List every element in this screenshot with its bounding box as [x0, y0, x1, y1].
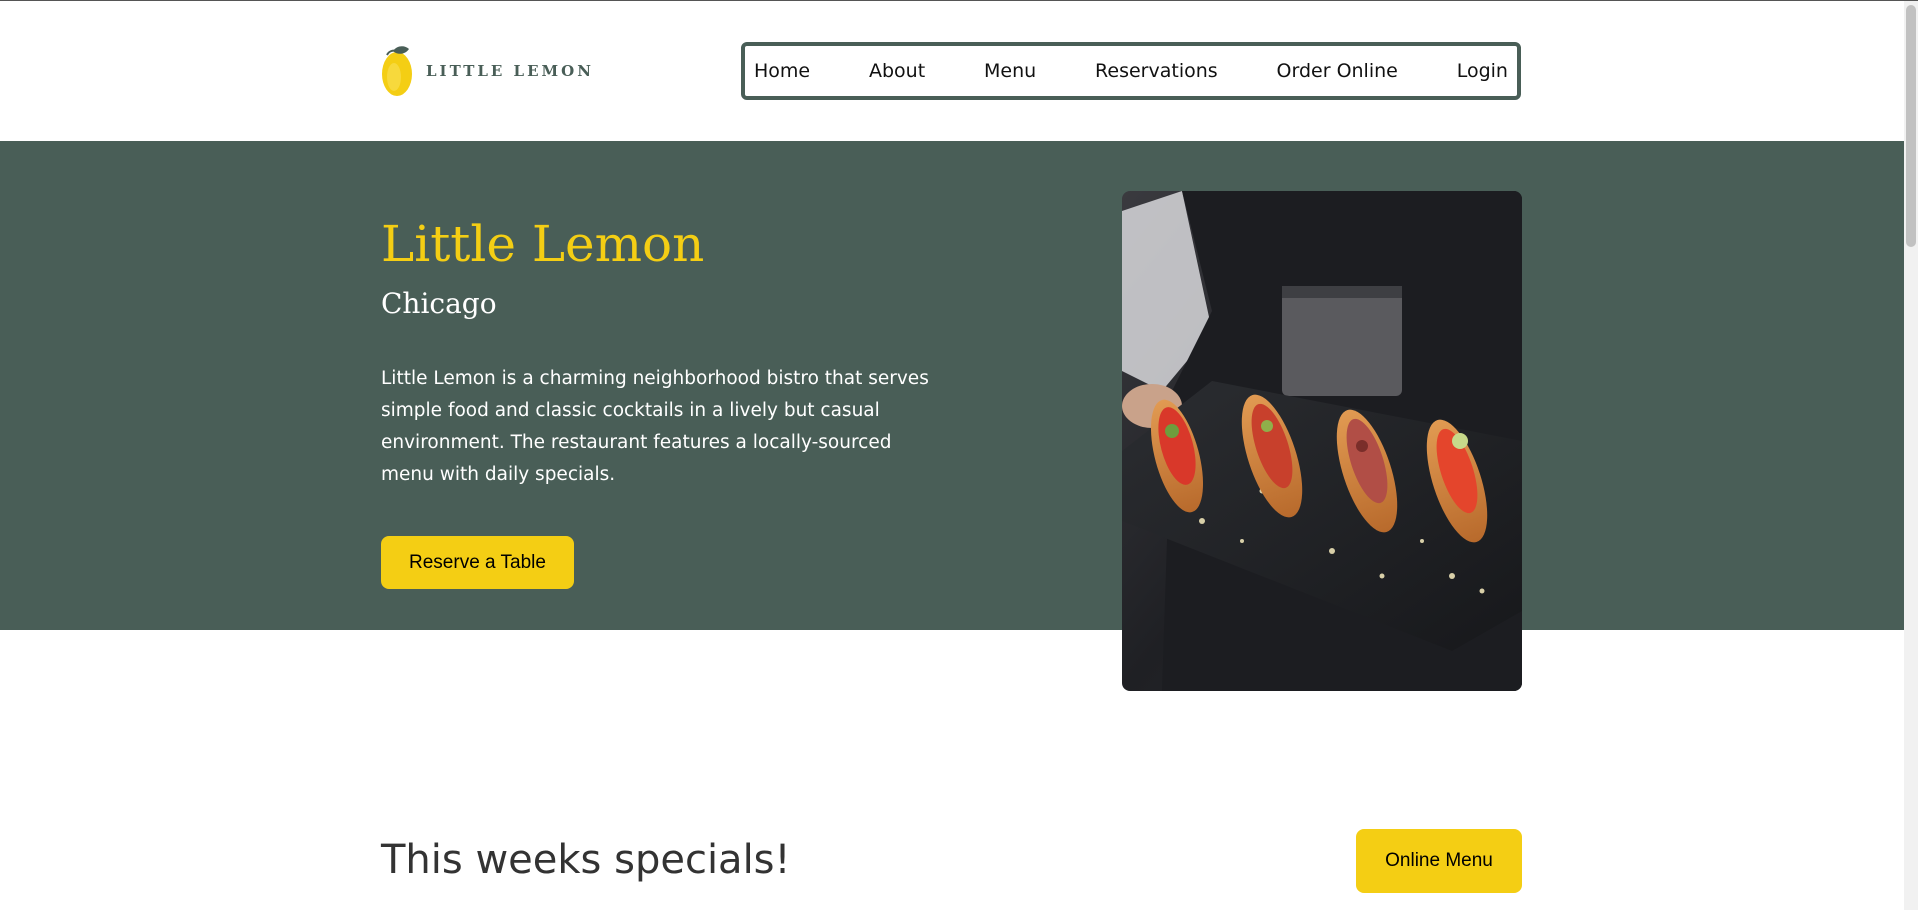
nav-item-home[interactable]: Home	[754, 60, 810, 82]
logo-text: LITTLE LEMON	[426, 62, 594, 80]
online-menu-button[interactable]: Online Menu	[1356, 829, 1522, 893]
site-header: LITTLE LEMON Home About Menu Reservation…	[0, 1, 1904, 141]
logo[interactable]: LITTLE LEMON	[381, 43, 594, 99]
specials-title: This weeks specials!	[381, 837, 791, 883]
hero-food-image	[1122, 191, 1522, 691]
hero-description: Little Lemon is a charming neighborhood …	[381, 368, 929, 485]
nav-item-order-online[interactable]: Order Online	[1277, 60, 1398, 82]
reserve-table-button[interactable]: Reserve a Table	[381, 536, 574, 589]
nav-item-about[interactable]: About	[869, 60, 925, 82]
hero-subtitle: Chicago	[381, 287, 497, 320]
main-nav: Home About Menu Reservations Order Onlin…	[741, 42, 1521, 100]
page: LITTLE LEMON Home About Menu Reservation…	[0, 0, 1918, 910]
scrollbar-thumb[interactable]	[1906, 5, 1916, 247]
lemon-logo-icon	[382, 46, 412, 96]
nav-item-login[interactable]: Login	[1457, 60, 1508, 82]
nav-item-reservations[interactable]: Reservations	[1095, 60, 1218, 82]
page-scrollbar[interactable]	[1904, 1, 1918, 910]
hero-section	[0, 141, 1904, 630]
nav-item-menu[interactable]: Menu	[984, 60, 1036, 82]
food-photo-icon	[1122, 191, 1522, 691]
hero-title: Little Lemon	[381, 215, 705, 273]
